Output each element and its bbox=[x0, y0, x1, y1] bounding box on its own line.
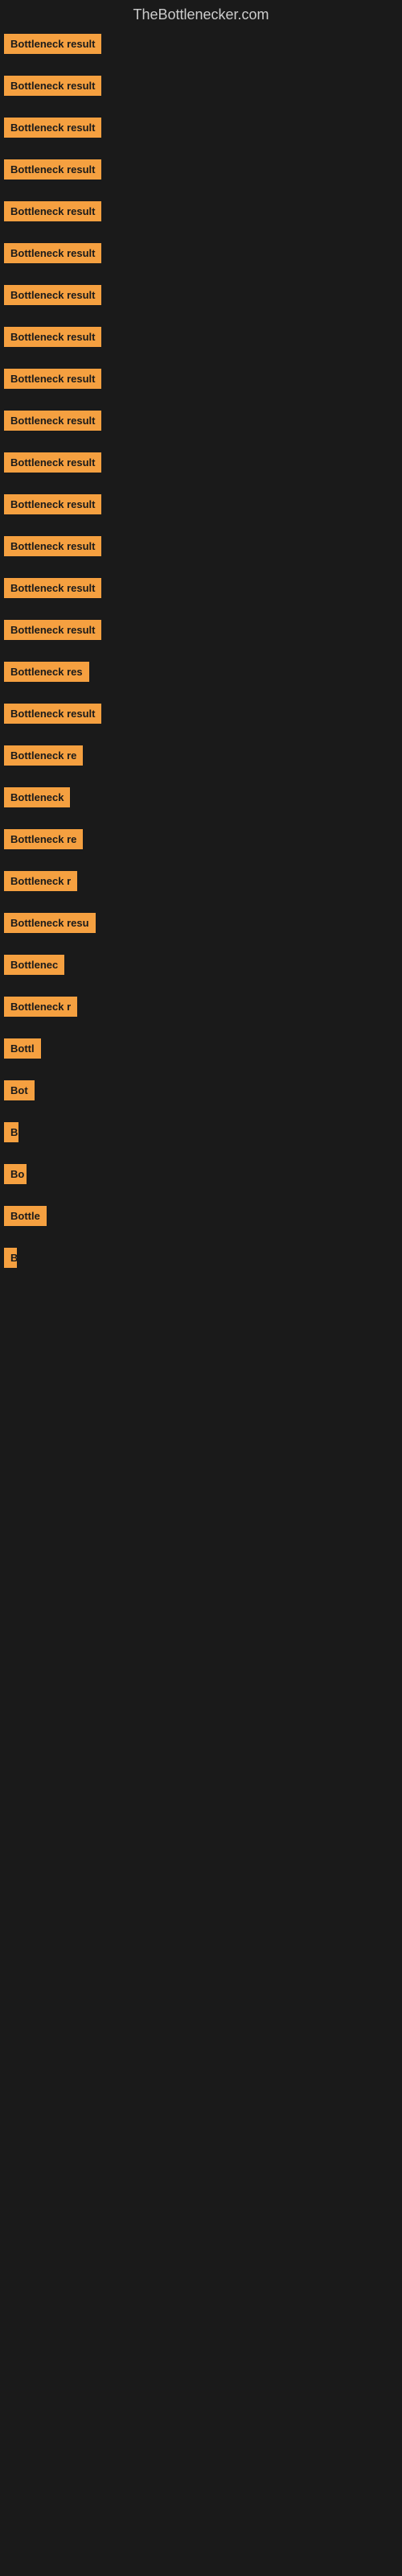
bottleneck-row: Bottleneck result bbox=[4, 34, 402, 58]
bottleneck-label: Bottleneck result bbox=[4, 285, 101, 305]
bottleneck-label: Bottleneck re bbox=[4, 745, 83, 766]
bottleneck-row: Bottlenec bbox=[4, 955, 402, 979]
bottleneck-row: Bottleneck result bbox=[4, 452, 402, 477]
bottleneck-row: Bottl bbox=[4, 1038, 402, 1063]
bottleneck-row: B bbox=[4, 1248, 402, 1272]
bottleneck-row: Bottleneck result bbox=[4, 578, 402, 602]
bottleneck-label: Bottleneck res bbox=[4, 662, 89, 682]
bottleneck-label: Bottleneck result bbox=[4, 327, 101, 347]
bottleneck-row: Bottleneck result bbox=[4, 411, 402, 435]
bottleneck-label: Bottleneck resu bbox=[4, 913, 96, 933]
bottleneck-label: Bottlenec bbox=[4, 955, 64, 975]
bottleneck-row: Bottleneck r bbox=[4, 871, 402, 895]
bottleneck-label: B bbox=[4, 1248, 17, 1268]
bottleneck-row: Bottle bbox=[4, 1206, 402, 1230]
bottleneck-label: Bottleneck result bbox=[4, 76, 101, 96]
bottleneck-row: Bottleneck result bbox=[4, 369, 402, 393]
bottleneck-label: Bottleneck result bbox=[4, 159, 101, 180]
bottleneck-label: Bottleneck re bbox=[4, 829, 83, 849]
bottleneck-label: B bbox=[4, 1122, 18, 1142]
bottleneck-label: Bottleneck r bbox=[4, 997, 77, 1017]
bottleneck-label: Bottl bbox=[4, 1038, 41, 1059]
bottleneck-row: Bottleneck result bbox=[4, 620, 402, 644]
bottleneck-row: Bottleneck result bbox=[4, 327, 402, 351]
bottleneck-label: Bottleneck result bbox=[4, 34, 101, 54]
bottleneck-row: Bottleneck bbox=[4, 787, 402, 811]
bottleneck-label: Bottleneck result bbox=[4, 118, 101, 138]
bottleneck-row: Bottleneck result bbox=[4, 536, 402, 560]
bottleneck-row: B bbox=[4, 1122, 402, 1146]
bottleneck-row: Bottleneck result bbox=[4, 494, 402, 518]
site-header: TheBottlenecker.com bbox=[0, 0, 402, 30]
bottleneck-label: Bottleneck result bbox=[4, 578, 101, 598]
bottleneck-row: Bottleneck resu bbox=[4, 913, 402, 937]
bottleneck-row: Bottleneck re bbox=[4, 745, 402, 770]
bottleneck-row: Bottleneck result bbox=[4, 201, 402, 225]
bottleneck-label: Bottleneck result bbox=[4, 201, 101, 221]
bottleneck-label: Bottleneck r bbox=[4, 871, 77, 891]
bottleneck-label: Bo bbox=[4, 1164, 27, 1184]
bottleneck-label: Bottleneck result bbox=[4, 243, 101, 263]
bottleneck-label: Bottleneck result bbox=[4, 536, 101, 556]
bottleneck-row: Bottleneck result bbox=[4, 285, 402, 309]
bottleneck-row: Bot bbox=[4, 1080, 402, 1104]
bottleneck-row: Bottleneck result bbox=[4, 76, 402, 100]
bottleneck-label: Bottleneck result bbox=[4, 452, 101, 473]
bottleneck-row: Bottleneck result bbox=[4, 704, 402, 728]
bottleneck-label: Bot bbox=[4, 1080, 35, 1100]
bottleneck-row: Bottleneck re bbox=[4, 829, 402, 853]
bottleneck-label: Bottleneck result bbox=[4, 369, 101, 389]
bottleneck-row: Bottleneck result bbox=[4, 243, 402, 267]
bottleneck-label: Bottleneck result bbox=[4, 704, 101, 724]
bottleneck-label: Bottleneck bbox=[4, 787, 70, 807]
bottleneck-row: Bottleneck r bbox=[4, 997, 402, 1021]
bottleneck-label: Bottleneck result bbox=[4, 620, 101, 640]
bottleneck-row: Bottleneck result bbox=[4, 159, 402, 184]
site-title: TheBottlenecker.com bbox=[133, 6, 269, 23]
bottleneck-label: Bottleneck result bbox=[4, 411, 101, 431]
bottleneck-label: Bottleneck result bbox=[4, 494, 101, 514]
bottleneck-row: Bo bbox=[4, 1164, 402, 1188]
bottleneck-row: Bottleneck result bbox=[4, 118, 402, 142]
bottleneck-row: Bottleneck res bbox=[4, 662, 402, 686]
bottleneck-label: Bottle bbox=[4, 1206, 47, 1226]
items-container: Bottleneck result Bottleneck result Bottle… bbox=[0, 30, 402, 1294]
